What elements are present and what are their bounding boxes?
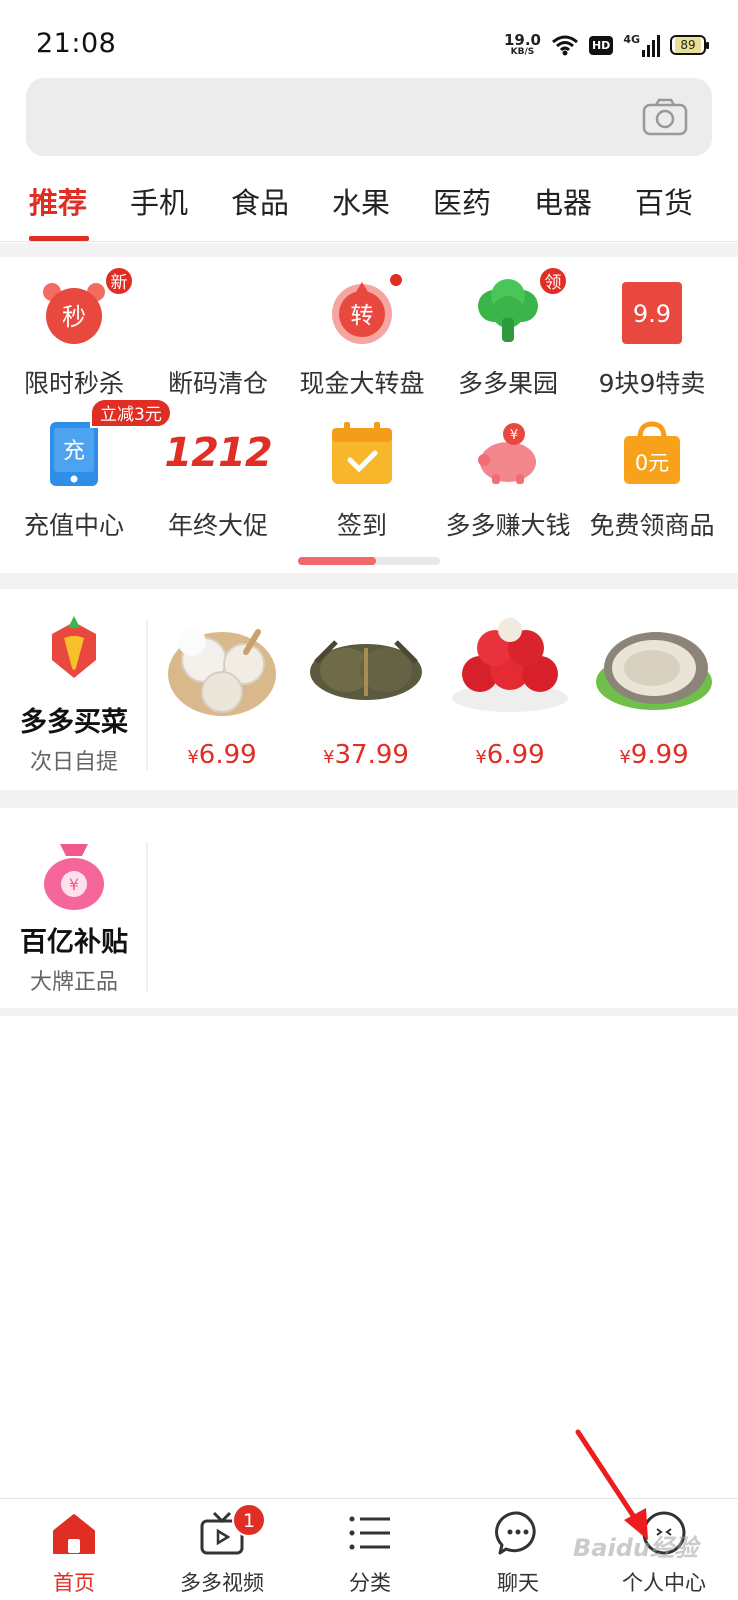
status-time: 21:08 xyxy=(36,28,117,59)
svg-text:¥: ¥ xyxy=(510,428,518,443)
rambutan-image xyxy=(452,618,568,712)
entry-flash-sale[interactable]: 秒 新 限时秒杀 xyxy=(0,266,148,408)
section-divider xyxy=(0,573,738,589)
product-card[interactable]: ¥37.99 xyxy=(292,612,440,782)
promo-1212-icon: 1212 xyxy=(164,430,272,476)
svg-text:¥: ¥ xyxy=(69,875,79,894)
calendar-check-icon xyxy=(332,422,392,484)
camera-icon[interactable] xyxy=(642,98,688,136)
scroll-thumb xyxy=(298,557,376,565)
svg-text:9.9: 9.9 xyxy=(633,300,671,328)
nav-home[interactable]: 首页 xyxy=(0,1499,148,1600)
status-bar: 21:08 19.0 KB/S HD 4G 89 xyxy=(0,0,738,74)
money-bag-icon: ¥ xyxy=(44,844,104,910)
grocery-entry[interactable]: 多多买菜 次日自提 xyxy=(0,610,148,780)
product-price: ¥6.99 xyxy=(475,740,545,770)
piggy-bank-icon: ¥ xyxy=(478,423,536,484)
entry-earn-money[interactable]: ¥ 多多赚大钱 xyxy=(434,420,582,550)
nav-chat[interactable]: 聊天 xyxy=(444,1499,592,1600)
tab-fruit[interactable]: 水果 xyxy=(332,180,390,222)
new-badge: 新 xyxy=(104,266,134,296)
tab-food[interactable]: 食品 xyxy=(231,180,289,222)
product-card[interactable]: ¥6.99 xyxy=(436,612,584,782)
entry-year-end-promo[interactable]: 1212 年终大促 xyxy=(144,420,292,550)
category-tabs: 推荐 手机 食品 水果 医药 电器 百货 xyxy=(0,170,738,242)
product-price: ¥6.99 xyxy=(187,740,257,770)
entry-free-goods[interactable]: 0元 免费领商品 xyxy=(578,420,726,550)
battery-icon: 89 xyxy=(670,35,709,55)
subsidy-entry[interactable]: ¥ 百亿补贴 大牌正品 xyxy=(0,838,148,998)
product-card[interactable]: ¥9.99 xyxy=(580,612,728,782)
entry-orchard[interactable]: 领 多多果园 xyxy=(434,266,582,408)
section-divider xyxy=(0,790,738,808)
section-divider xyxy=(0,243,738,257)
entry-cash-wheel[interactable]: 转 现金大转盘 xyxy=(288,272,436,408)
phone-recharge-icon: 充 xyxy=(50,422,98,486)
svg-text:秒: 秒 xyxy=(62,303,86,331)
product-price: ¥9.99 xyxy=(619,740,689,770)
wifi-icon xyxy=(552,35,578,56)
home-icon xyxy=(53,1514,95,1554)
svg-text:转: 转 xyxy=(351,303,374,329)
svg-text:充: 充 xyxy=(63,439,85,464)
tab-medicine[interactable]: 医药 xyxy=(433,180,491,222)
chat-icon xyxy=(495,1511,536,1555)
svg-text:0元: 0元 xyxy=(635,451,669,475)
grid-scroll-indicator xyxy=(298,557,440,565)
oyster-image xyxy=(596,632,712,710)
watermark: Baidu经验 xyxy=(573,1534,698,1562)
active-tab-indicator xyxy=(29,236,89,241)
entry-9-9-sale[interactable]: 9.9 9块9特卖 xyxy=(578,278,726,408)
claim-badge: 领 xyxy=(538,266,568,296)
hd-icon: HD xyxy=(588,35,614,55)
crab-image xyxy=(310,640,422,700)
tree-icon xyxy=(478,279,538,342)
tab-phone[interactable]: 手机 xyxy=(130,180,188,222)
network-speed: 19.0 KB/S xyxy=(503,31,541,57)
tab-appliance[interactable]: 电器 xyxy=(534,180,592,222)
nav-video[interactable]: 1 多多视频 xyxy=(148,1499,296,1600)
search-input[interactable] xyxy=(26,78,712,156)
product-price: ¥37.99 xyxy=(323,740,409,770)
carrot-logo-icon xyxy=(52,616,96,678)
status-icons: 19.0 KB/S HD 4G 89 xyxy=(503,30,709,60)
tab-recommend[interactable]: 推荐 xyxy=(29,180,87,222)
notification-badge: 1 xyxy=(232,1503,266,1537)
alarm-clock-icon: 秒 xyxy=(43,283,105,344)
wheel-icon: 转 xyxy=(332,282,392,344)
product-card[interactable]: ¥6.99 xyxy=(148,612,296,782)
coconut-image xyxy=(168,628,276,716)
subsidy-divider xyxy=(146,842,148,992)
nav-category[interactable]: 分类 xyxy=(296,1499,444,1600)
list-icon xyxy=(349,1516,390,1550)
signal-icon: 4G xyxy=(623,33,660,57)
notification-dot xyxy=(388,272,404,288)
entry-clearance[interactable]: 断码清仓 xyxy=(144,278,292,408)
price-tag-icon: 9.9 xyxy=(622,282,682,344)
tab-general[interactable]: 百货 xyxy=(635,180,693,222)
section-divider xyxy=(0,1008,738,1016)
entry-check-in[interactable]: 签到 xyxy=(288,420,436,550)
entry-recharge[interactable]: 充 立减3元 充值中心 xyxy=(0,398,172,550)
shopping-bag-icon: 0元 xyxy=(624,421,680,484)
